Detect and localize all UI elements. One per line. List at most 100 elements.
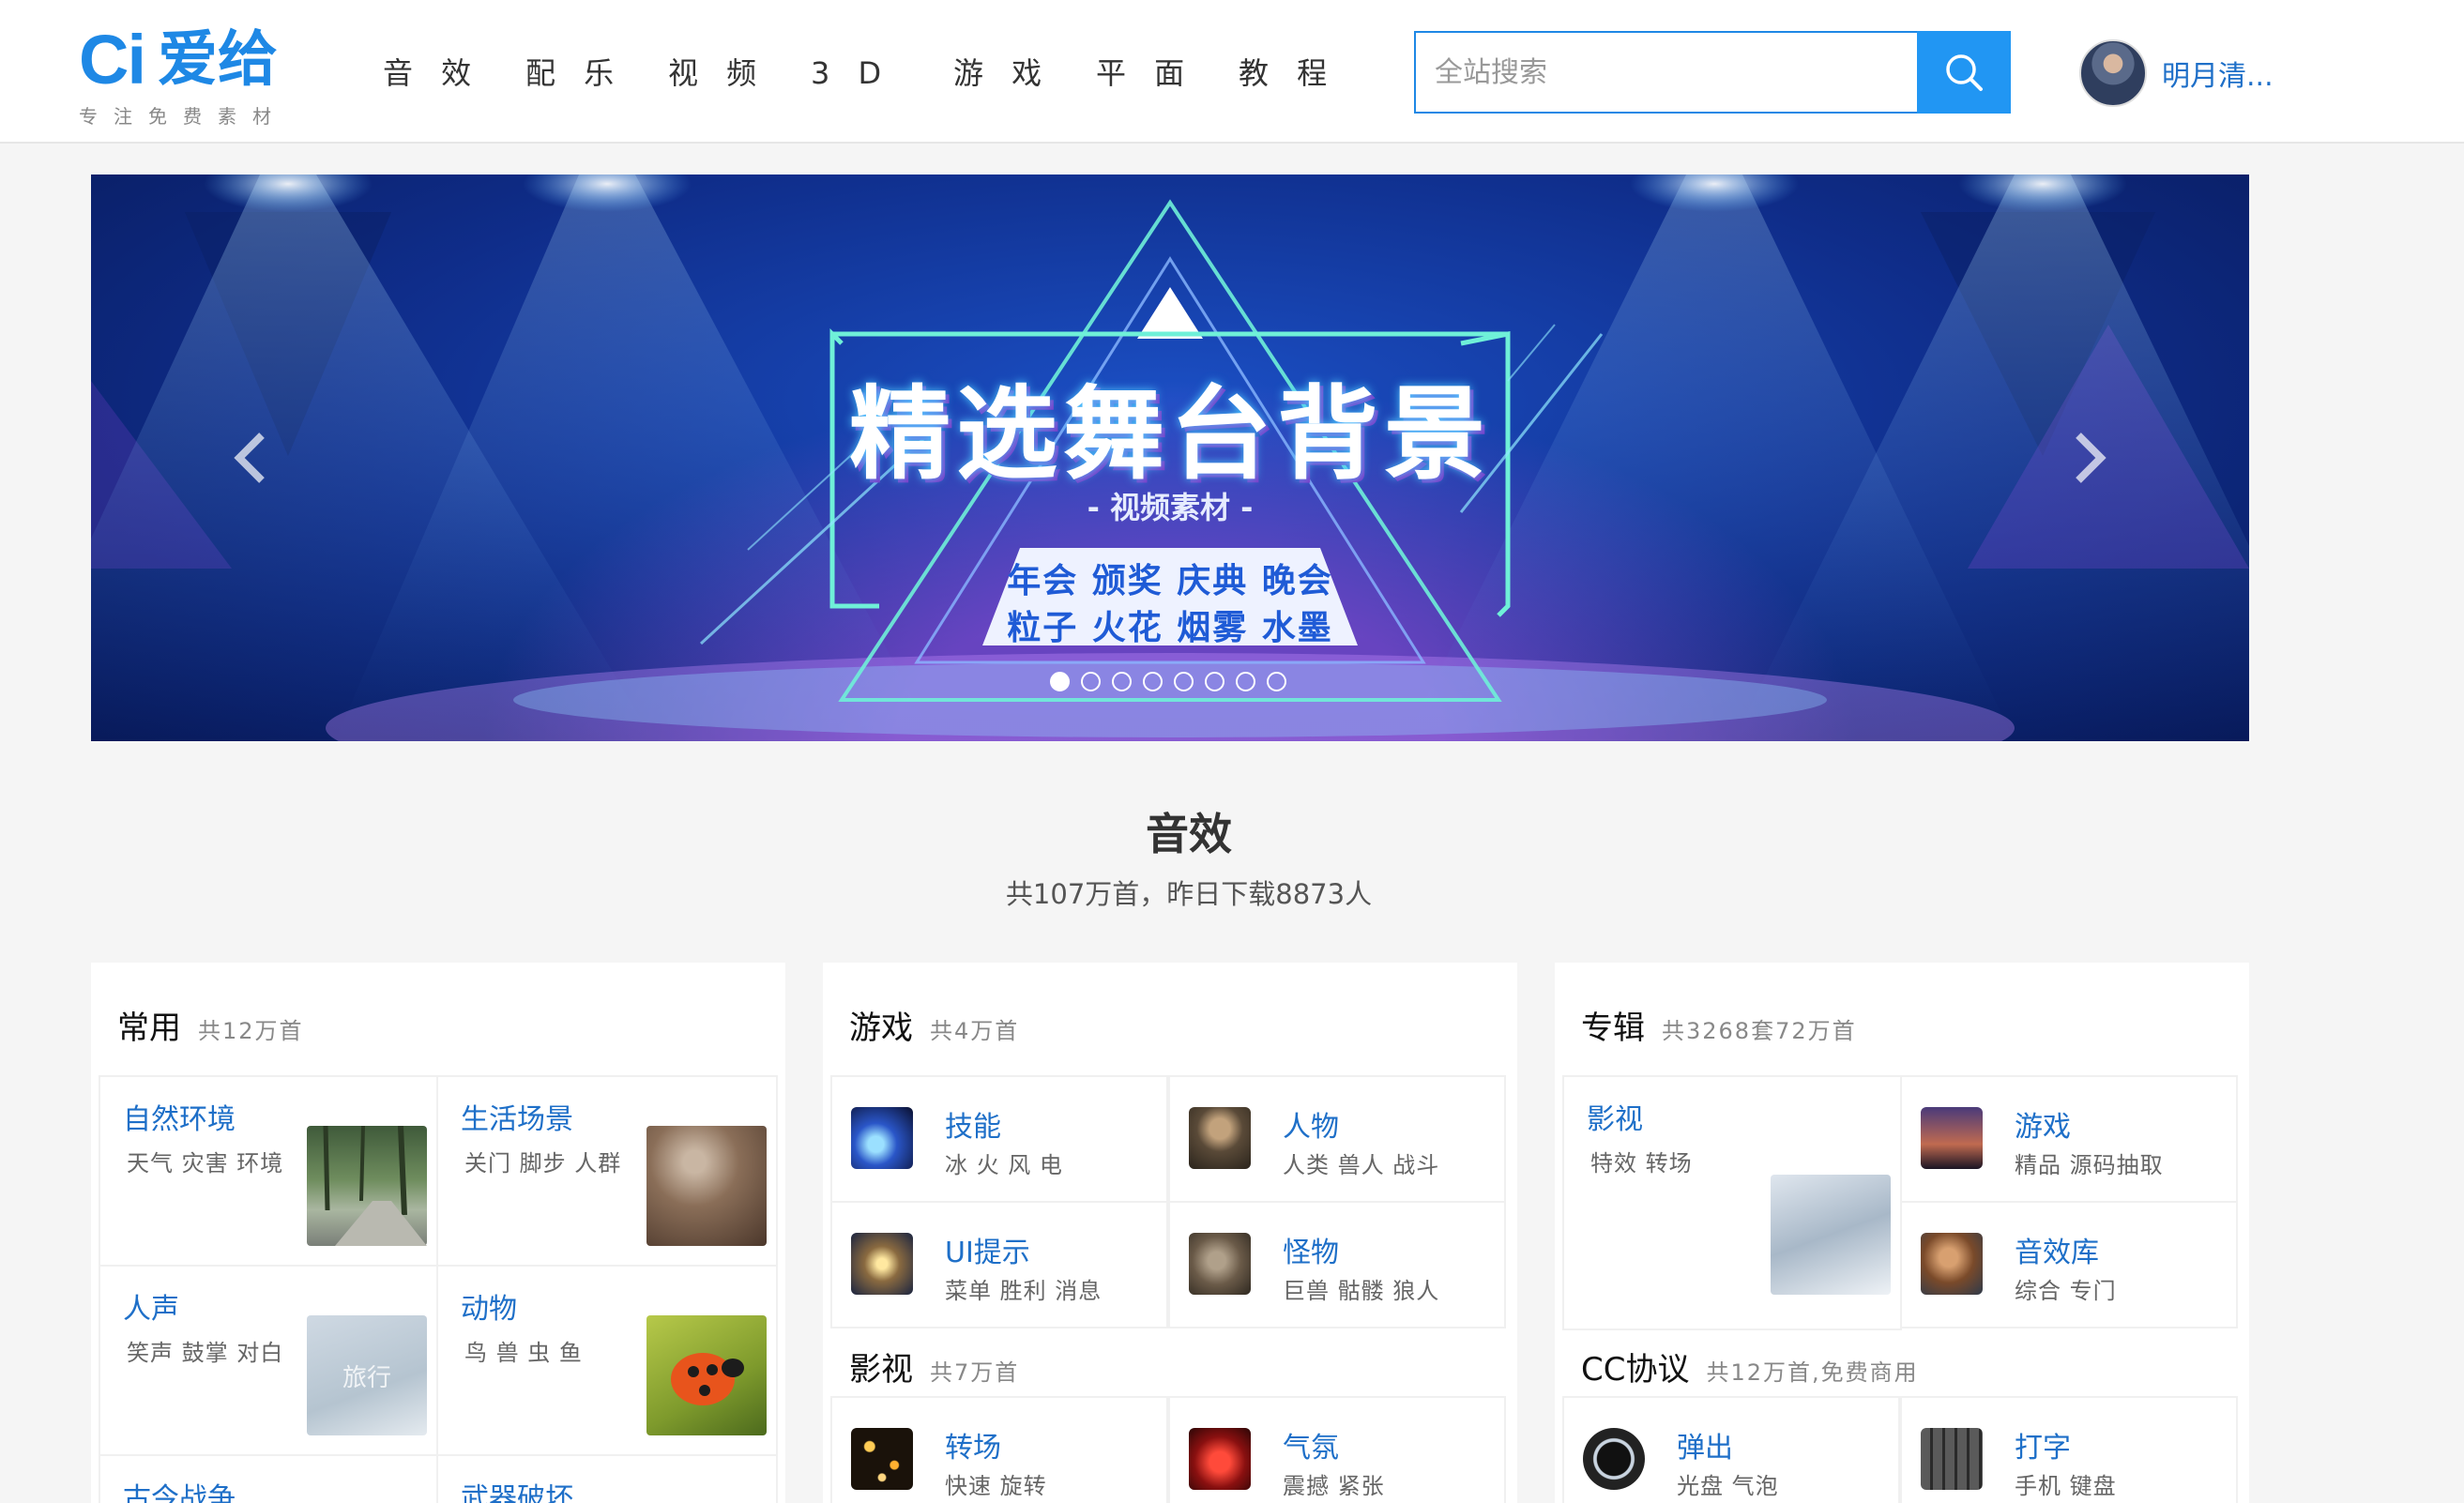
- item-tags: 巨兽 骷髅 狼人: [1283, 1278, 1440, 1304]
- banner-line-2: 粒子 火花 烟雾 水墨: [1007, 609, 1333, 647]
- item-title: 人物: [1283, 1111, 1339, 1144]
- card-header: 游戏 共4万首: [849, 1002, 1019, 1058]
- ladybug-thumbnail: [646, 1315, 767, 1435]
- item-title: 弹出: [1677, 1432, 1733, 1465]
- item-title: 打字: [2015, 1432, 2071, 1465]
- item-title: 音效库: [2015, 1237, 2099, 1269]
- tile-voices[interactable]: 人声 笑声 鼓掌 对白 旅行: [99, 1265, 438, 1456]
- banner-prev-button[interactable]: [222, 420, 279, 495]
- tile-animals[interactable]: 动物 鸟 兽 虫 鱼: [436, 1265, 778, 1456]
- nav-item-games[interactable]: 游 戏: [953, 49, 1096, 98]
- banner-dot-2[interactable]: [1081, 672, 1101, 691]
- subsection-count: 共12万首,免费商用: [1706, 1359, 1919, 1386]
- footsteps-thumbnail: [646, 1126, 767, 1246]
- nav-item-tutorials[interactable]: 教 程: [1239, 49, 1381, 98]
- nav-item-video[interactable]: 视 频: [668, 49, 811, 98]
- forest-thumbnail: [307, 1125, 427, 1246]
- item-tags: 手机 键盘: [2015, 1473, 2117, 1499]
- card-title[interactable]: 常用: [117, 1002, 181, 1048]
- nav-item-sound-effects[interactable]: 音 效: [383, 49, 525, 98]
- banner-subtitle: - 视频素材 -: [1087, 490, 1254, 525]
- card-title[interactable]: 游戏: [849, 1002, 913, 1048]
- tile-tags: 天气 灾害 环境: [127, 1150, 284, 1177]
- tile-life-scenes[interactable]: 生活场景 关门 脚步 人群: [436, 1075, 778, 1267]
- nav-item-music[interactable]: 配 乐: [525, 49, 668, 98]
- item-tags: 人类 兽人 战斗: [1283, 1152, 1440, 1178]
- treasure-chest-icon: [851, 1233, 913, 1295]
- sfx-library-icon: [1921, 1233, 1983, 1295]
- search-input[interactable]: [1414, 31, 1917, 114]
- subsection-title[interactable]: CC协议: [1581, 1344, 1689, 1389]
- item-atmosphere[interactable]: 气氛 震撼 紧张: [1168, 1396, 1506, 1503]
- thumb-caption: 旅行: [342, 1363, 391, 1392]
- item-title: 转场: [945, 1432, 1001, 1465]
- item-monsters[interactable]: 怪物 巨兽 骷髅 狼人: [1168, 1201, 1506, 1328]
- character-icon: [1189, 1107, 1251, 1169]
- logo-mark: Ci: [79, 21, 146, 99]
- item-transitions[interactable]: 转场 快速 旋转: [830, 1396, 1168, 1503]
- card-albums: 专辑 共3268套72万首 影视 特效 转场 游戏 精品 源码抽取 音效库 综合…: [1555, 963, 2249, 1503]
- user-menu[interactable]: 明月清...: [2079, 39, 2274, 107]
- card-header: 常用 共12万首: [117, 1002, 304, 1058]
- tile-weapons[interactable]: 武器破坏: [436, 1454, 778, 1503]
- user-name[interactable]: 明月清...: [2162, 53, 2274, 94]
- card-game: 游戏 共4万首 技能 冰 火 风 电 人物 人类 兽人 战斗 UI提示 菜单 胜…: [823, 963, 1517, 1503]
- banner-dot-3[interactable]: [1112, 672, 1132, 691]
- chevron-left-icon: [234, 433, 265, 483]
- travel-thumbnail: 旅行: [307, 1315, 427, 1435]
- logo-tagline: 专注免费素材: [79, 105, 287, 128]
- banner-dot-1[interactable]: [1050, 672, 1070, 691]
- card-common: 常用 共12万首 自然环境 天气 灾害 环境 生活场景 关门 脚步 人群 人声 …: [91, 963, 785, 1503]
- section-subtitle: 共107万首，昨日下载8873人: [1005, 878, 1373, 910]
- tile-title: 动物: [461, 1293, 517, 1326]
- bubble-icon: [1583, 1428, 1645, 1490]
- item-tags: 精品 源码抽取: [2015, 1152, 2164, 1178]
- item-typing[interactable]: 打字 手机 键盘: [1900, 1396, 2238, 1503]
- card-count: 共3268套72万首: [1662, 1018, 1857, 1044]
- site-logo[interactable]: Ci 爱给 专注免费素材: [79, 21, 287, 129]
- item-tags: 光盘 气泡: [1677, 1473, 1779, 1499]
- avatar[interactable]: [2079, 39, 2147, 107]
- banner-dot-5[interactable]: [1174, 672, 1194, 691]
- section-title: 音效: [1146, 809, 1232, 859]
- card-title[interactable]: 专辑: [1581, 1002, 1645, 1048]
- item-popup[interactable]: 弹出 光盘 气泡: [1562, 1396, 1900, 1503]
- item-sfx-library[interactable]: 音效库 综合 专门: [1900, 1201, 2238, 1328]
- site-search: [1414, 31, 2011, 114]
- item-tags: 震撼 紧张: [1283, 1473, 1385, 1499]
- item-skills[interactable]: 技能 冰 火 风 电: [830, 1075, 1168, 1203]
- item-game-album[interactable]: 游戏 精品 源码抽取: [1900, 1075, 2238, 1203]
- banner-next-button[interactable]: [2061, 420, 2118, 495]
- main-nav: 音 效 配 乐 视 频 3 D 游 戏 平 面 教 程: [383, 49, 1381, 98]
- tile-warfare[interactable]: 古今战争: [99, 1454, 438, 1503]
- card-count: 共4万首: [930, 1018, 1020, 1044]
- banner-dot-8[interactable]: [1267, 672, 1286, 691]
- logo-name: 爱给: [158, 25, 278, 95]
- tile-title: 人声: [123, 1293, 179, 1326]
- skill-icon: [851, 1107, 913, 1169]
- subsection-count: 共7万首: [930, 1359, 1020, 1386]
- item-characters[interactable]: 人物 人类 兽人 战斗: [1168, 1075, 1506, 1203]
- hero-banner[interactable]: 精选舞台背景 - 视频素材 - 年会 颁奖 庆典 晚会 粒子 火花 烟雾 水墨: [91, 175, 2249, 741]
- nav-item-3d[interactable]: 3 D: [811, 49, 953, 98]
- search-icon: [1946, 54, 1983, 91]
- subsection-header: CC协议 共12万首,免费商用: [1581, 1344, 1919, 1400]
- item-title: 气氛: [1283, 1432, 1339, 1465]
- item-ui-prompts[interactable]: UI提示 菜单 胜利 消息: [830, 1201, 1168, 1328]
- tile-tags: 关门 脚步 人群: [464, 1150, 622, 1177]
- tile-film-tv[interactable]: 影视 特效 转场: [1562, 1075, 1902, 1330]
- banner-pagination: [1050, 672, 1286, 691]
- banner-dot-4[interactable]: [1143, 672, 1163, 691]
- tile-nature[interactable]: 自然环境 天气 灾害 环境: [99, 1075, 438, 1267]
- item-tags: 综合 专门: [2015, 1278, 2117, 1304]
- tile-title: 影视: [1587, 1103, 1643, 1136]
- tile-tags: 笑声 鼓掌 对白: [127, 1340, 284, 1366]
- search-button[interactable]: [1917, 31, 2011, 114]
- banner-dot-6[interactable]: [1205, 672, 1224, 691]
- item-tags: 冰 火 风 电: [945, 1152, 1063, 1178]
- nav-item-graphics[interactable]: 平 面: [1096, 49, 1239, 98]
- subsection-title[interactable]: 影视: [849, 1344, 913, 1389]
- item-tags: 菜单 胜利 消息: [945, 1278, 1103, 1304]
- tile-title: 生活场景: [461, 1103, 573, 1136]
- banner-dot-7[interactable]: [1236, 672, 1255, 691]
